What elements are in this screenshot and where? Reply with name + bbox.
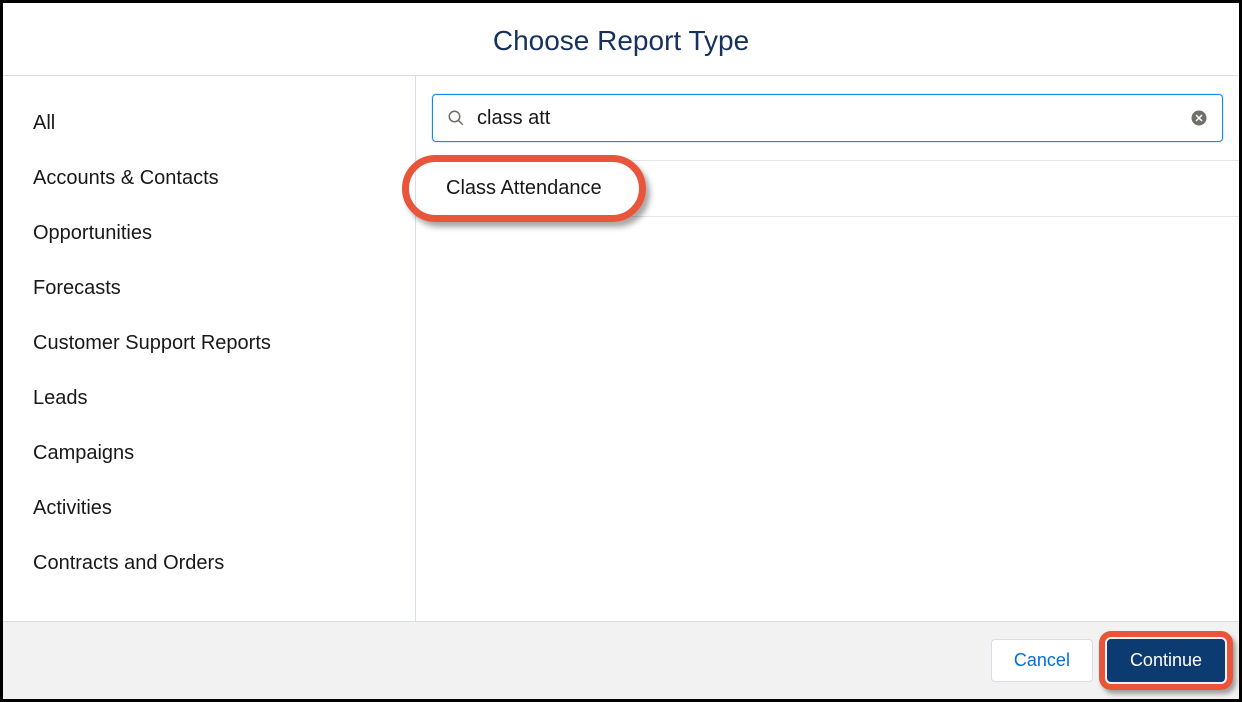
result-list: Class Attendance — [416, 160, 1239, 217]
search-input[interactable] — [477, 107, 1190, 130]
sidebar-item-contracts-orders[interactable]: Contracts and Orders — [33, 536, 415, 591]
sidebar-item-activities[interactable]: Activities — [33, 481, 415, 536]
category-sidebar: All Accounts & Contacts Opportunities Fo… — [3, 76, 416, 621]
continue-button[interactable]: Continue — [1107, 639, 1225, 682]
modal-choose-report-type: Choose Report Type All Accounts & Contac… — [0, 0, 1242, 702]
sidebar-item-customer-support-reports[interactable]: Customer Support Reports — [33, 316, 415, 371]
search-field-wrap — [432, 94, 1223, 142]
sidebar-item-leads[interactable]: Leads — [33, 371, 415, 426]
modal-body: All Accounts & Contacts Opportunities Fo… — [3, 76, 1239, 621]
modal-footer: Cancel Continue — [3, 621, 1239, 699]
result-highlight-wrap: Class Attendance — [416, 161, 632, 216]
main-panel: Class Attendance — [416, 76, 1239, 621]
sidebar-item-accounts-contacts[interactable]: Accounts & Contacts — [33, 151, 415, 206]
cancel-button[interactable]: Cancel — [991, 639, 1093, 682]
modal-header: Choose Report Type — [3, 3, 1239, 76]
clear-icon[interactable] — [1190, 109, 1208, 127]
sidebar-item-all[interactable]: All — [33, 96, 415, 151]
continue-highlight-wrap: Continue — [1107, 639, 1225, 682]
sidebar-item-campaigns[interactable]: Campaigns — [33, 426, 415, 481]
modal-title: Choose Report Type — [3, 25, 1239, 57]
sidebar-item-forecasts[interactable]: Forecasts — [33, 261, 415, 316]
sidebar-item-opportunities[interactable]: Opportunities — [33, 206, 415, 261]
search-icon — [447, 109, 465, 127]
result-item-class-attendance[interactable]: Class Attendance — [416, 161, 632, 216]
